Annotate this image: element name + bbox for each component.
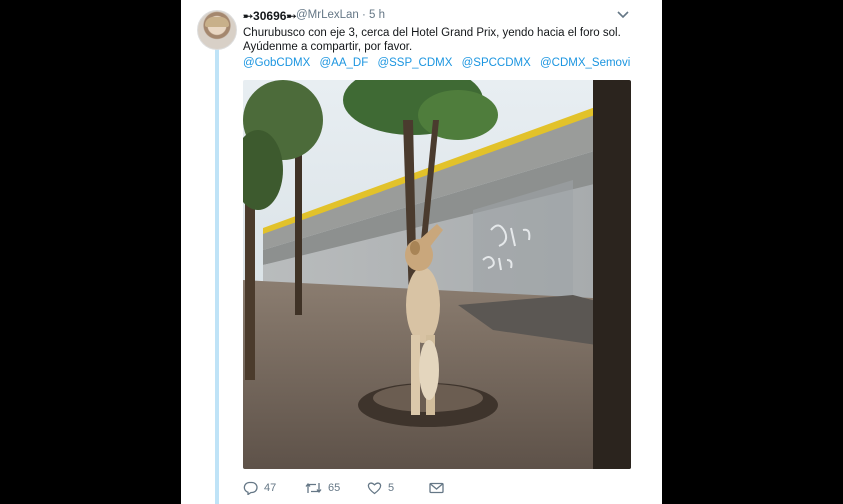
tweet-text-line: Churubusco con eje 3, cerca del Hotel Gr…: [243, 27, 621, 39]
avatar[interactable]: [197, 10, 237, 50]
mention-list: @GobCDMX @AA_DF @SSP_CDMX @SPCCDMX @CDMX…: [243, 57, 636, 69]
mention-link[interactable]: @AA_DF: [319, 57, 368, 69]
tweet-photo[interactable]: [243, 80, 631, 469]
author-handle-and-time[interactable]: @MrLexLan · 5 h: [296, 9, 385, 21]
envelope-icon: [429, 482, 444, 494]
tweet-card: ➸30696➸ @MrLexLan · 5 h Churubusco con e…: [181, 0, 662, 504]
like-count: 5: [388, 482, 395, 494]
reply-count: 47: [264, 482, 277, 494]
author-name[interactable]: ➸30696➸: [243, 9, 296, 23]
tweet-text-line: Ayúdenme a compartir, por favor.: [243, 41, 413, 53]
thread-line: [215, 48, 219, 504]
mention-link[interactable]: @SSP_CDMX: [377, 57, 452, 69]
speech-bubble-icon: [243, 481, 258, 495]
mention-link[interactable]: @CDMX_Semovi: [540, 57, 630, 69]
mention-link[interactable]: @SPCCDMX: [462, 57, 531, 69]
mention-link[interactable]: @GobCDMX: [243, 57, 310, 69]
direct-message-button[interactable]: [429, 479, 444, 497]
tweet-time[interactable]: · 5 h: [362, 9, 385, 21]
like-button[interactable]: 5: [367, 479, 394, 497]
reply-button[interactable]: 47: [243, 479, 276, 497]
retweet-button[interactable]: 65: [305, 479, 340, 497]
retweet-count: 65: [328, 482, 341, 494]
tweet-text: Churubusco con eje 3, cerca del Hotel Gr…: [243, 26, 648, 54]
retweet-arrows-icon: [305, 482, 322, 494]
author-handle[interactable]: @MrLexLan: [296, 9, 359, 21]
heart-icon: [367, 482, 382, 495]
chevron-down-icon[interactable]: [617, 10, 629, 20]
